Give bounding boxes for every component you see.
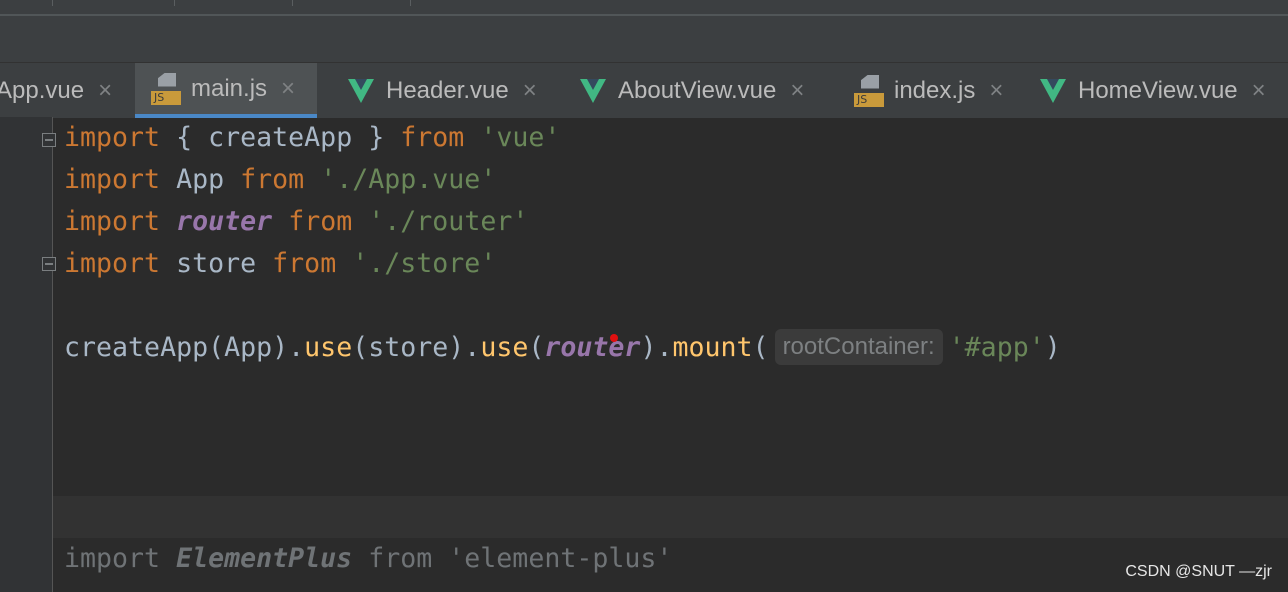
fold-icon[interactable] [42,133,56,147]
js-icon: JS [151,72,181,105]
divider [52,0,53,6]
tab-label: main.js [191,74,268,102]
code-token: ElementPlus [176,543,353,574]
js-icon: JS [854,74,884,107]
fold-icon[interactable] [42,257,56,271]
code-line: import App from './App.vue' [64,159,496,201]
tab-aboutview-vue[interactable]: AboutView.vue × [564,63,804,118]
code-token: router [544,332,641,363]
code-token: import [64,248,161,279]
close-icon[interactable]: × [281,75,295,103]
code-token: from [272,248,337,279]
vue-icon [348,78,374,103]
close-icon[interactable]: × [1252,77,1266,105]
code-token: import [64,122,161,153]
code-token: '#app' [948,332,1045,363]
tab-main-js[interactable]: JS main.js × [135,63,317,118]
parameter-hint: rootContainer: [774,329,943,365]
code-token: import [64,206,161,237]
code-token: use [304,332,353,363]
code-line: import { createApp } from 'vue' [64,117,560,159]
divider [410,0,411,6]
tab-label: AboutView.vue [618,76,777,104]
watermark: CSDN @SNUT —zjr [1125,563,1272,580]
breakpoint-marker [610,334,618,342]
close-icon[interactable]: × [790,77,804,105]
code-token: 'vue' [480,122,561,153]
code-token: import [64,164,161,195]
tab-label: Header.vue [386,76,509,104]
tab-homeview-vue[interactable]: HomeView.vue × [1024,63,1266,118]
code-token: from [240,164,305,195]
code-token: ( [752,332,769,363]
tab-header-vue[interactable]: Header.vue × [332,63,537,118]
code-token: ) [1044,332,1061,363]
editor-tab-bar: App.vue × JS main.js × Header.vue × AboutView.v… [0,62,1288,118]
code-token: { createApp } [160,122,401,153]
code-token: createApp(App). [64,332,305,363]
divider [174,0,175,6]
code-line: import router from './router' [64,201,528,243]
toolbar [0,16,1288,62]
tab-label: HomeView.vue [1078,76,1238,104]
code-token: App [160,164,241,195]
vue-icon [1040,78,1066,103]
top-strip [0,0,1288,16]
code-token: use [480,332,529,363]
tab-label: App.vue [0,76,85,104]
code-token: from 'element-plus' [352,543,673,574]
code-token: './store' [352,248,497,279]
close-icon[interactable]: × [989,77,1003,105]
code-token: router [176,206,273,237]
current-line-highlight [53,496,1288,538]
code-token: store [160,248,273,279]
inline-suggestion: import ElementPlus from 'element-plus' [64,538,672,580]
code-token: './router' [368,206,529,237]
vue-icon [580,78,606,103]
code-token: mount [672,332,753,363]
code-token: import [64,543,177,574]
code-token: (store). [352,332,481,363]
tab-index-js[interactable]: JS index.js × [838,63,1003,118]
code-line: import store from './store' [64,243,496,285]
gutter [0,117,56,592]
divider [292,0,293,6]
code-token: from [400,122,465,153]
code-line: createApp(App).use(store).use(router).mo… [64,327,1061,369]
close-icon[interactable]: × [98,77,112,105]
code-token: './App.vue' [320,164,497,195]
code-token: ( [528,332,545,363]
code-token: from [288,206,353,237]
close-icon[interactable]: × [523,77,537,105]
tab-label: index.js [894,76,976,104]
code-token: ). [640,332,673,363]
tab-app-vue[interactable]: App.vue × [0,63,112,118]
